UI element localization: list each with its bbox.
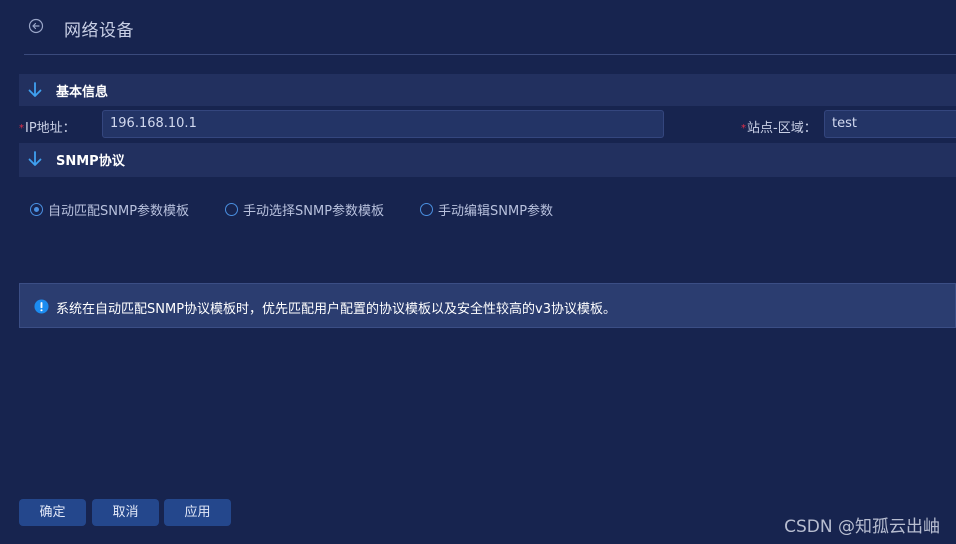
required-mark: * [741, 123, 746, 134]
section-title: SNMP协议 [56, 154, 125, 169]
radio-label: 自动匹配SNMP参数模板 [48, 203, 190, 219]
cancel-button[interactable]: 取消 [92, 499, 159, 526]
arrow-down-icon[interactable] [25, 80, 45, 100]
ip-address-input[interactable]: 196.168.10.1 [102, 110, 664, 138]
section-snmp[interactable]: SNMP协议 [19, 143, 956, 177]
radio-unchecked-icon[interactable] [420, 202, 433, 216]
radio-unchecked-icon[interactable] [225, 202, 238, 216]
section-basic-info[interactable]: 基本信息 [19, 74, 956, 106]
section-title: 基本信息 [56, 85, 109, 100]
radio-label: 手动选择SNMP参数模板 [243, 203, 385, 219]
site-region-input[interactable]: test [824, 110, 956, 138]
ip-label-text: IP地址： [25, 121, 76, 136]
site-label-text: 站点-区域： [747, 121, 817, 136]
arrow-down-icon[interactable] [25, 149, 45, 169]
required-mark: * [19, 123, 24, 134]
radio-checked-icon[interactable] [30, 202, 43, 216]
ip-label: *IP地址： [19, 117, 76, 136]
radio-label: 手动编辑SNMP参数 [438, 203, 554, 219]
radio-manual-edit[interactable]: 手动编辑SNMP参数 [420, 199, 553, 219]
confirm-button[interactable]: 确定 [19, 499, 86, 526]
apply-button[interactable]: 应用 [164, 499, 231, 526]
page-header: 网络设备 [24, 0, 956, 55]
watermark: CSDN @知孤云出岫 [784, 517, 940, 537]
radio-auto-match[interactable]: 自动匹配SNMP参数模板 [30, 199, 189, 219]
site-label: *站点-区域： [741, 117, 817, 136]
info-text: 系统在自动匹配SNMP协议模板时，优先匹配用户配置的协议模板以及安全性较高的v3… [56, 302, 616, 317]
radio-manual-select[interactable]: 手动选择SNMP参数模板 [225, 199, 384, 219]
back-icon[interactable] [28, 18, 44, 34]
page-title: 网络设备 [64, 21, 134, 41]
info-alert: 系统在自动匹配SNMP协议模板时，优先匹配用户配置的协议模板以及安全性较高的v3… [19, 283, 956, 328]
info-icon [34, 299, 49, 314]
